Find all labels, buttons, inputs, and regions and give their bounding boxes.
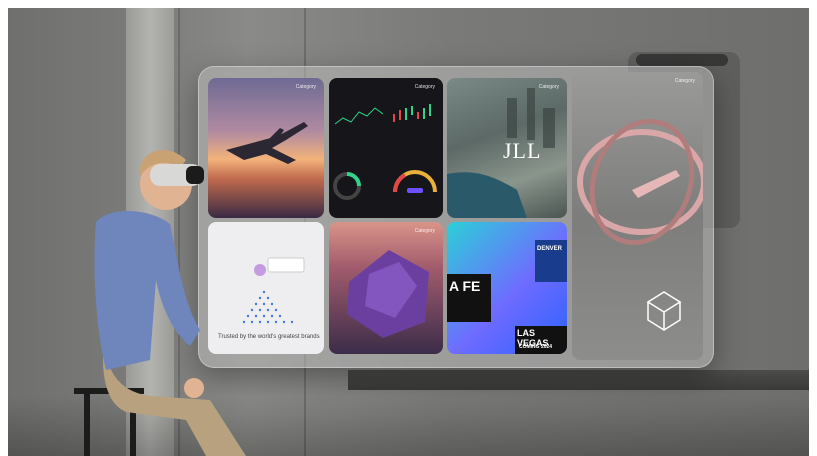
person-with-headset [74, 150, 246, 456]
blue-sweater [94, 210, 200, 370]
